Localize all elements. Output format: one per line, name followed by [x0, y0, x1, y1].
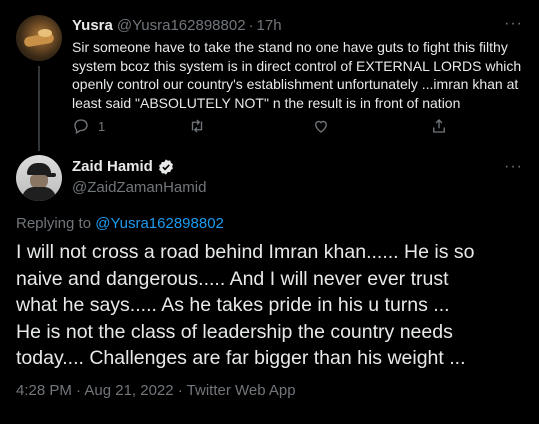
author-name[interactable]: Zaid Hamid [72, 157, 153, 177]
thread-line [38, 66, 40, 151]
avatar[interactable] [16, 155, 62, 201]
timestamp[interactable]: 17h [257, 17, 282, 34]
share-button[interactable] [430, 117, 448, 135]
author-handle[interactable]: @Yusra162898802 [117, 17, 246, 34]
reply-icon [74, 119, 88, 134]
reply-count: 1 [98, 118, 106, 134]
share-icon [433, 119, 445, 133]
main-tweet: Zaid Hamid @ZaidZamanHamid ··· Replying … [0, 143, 539, 424]
reply-button[interactable]: 1 [72, 117, 105, 135]
replying-to: Replying to @Yusra162898802 [16, 214, 224, 234]
author-name-row[interactable]: Zaid Hamid [72, 157, 175, 177]
reply-tweet[interactable]: Yusra @Yusra162898802 · 17h ··· Sir someone… [0, 0, 539, 151]
author-name[interactable]: Yusra [72, 17, 113, 34]
verified-badge-icon [158, 159, 173, 175]
avatar[interactable] [16, 15, 62, 61]
tweet-header: Yusra @Yusra162898802 · 17h [72, 16, 282, 36]
more-icon[interactable]: ··· [504, 16, 523, 32]
tweet-actions: 1 [72, 117, 532, 137]
retweet-button[interactable] [188, 117, 206, 135]
author-handle[interactable]: @ZaidZamanHamid [72, 178, 206, 198]
separator: · [248, 17, 254, 34]
replying-prefix: Replying to [16, 215, 96, 232]
tweet-meta[interactable]: 4:28 PM · Aug 21, 2022 · Twitter Web App [16, 381, 296, 401]
tweet-text: Sir someone have to take the stand no on… [72, 39, 522, 111]
retweet-icon [191, 119, 203, 133]
like-icon [315, 120, 327, 133]
tweet-text: I will not cross a road behind Imran kha… [16, 241, 475, 369]
more-icon[interactable]: ··· [504, 159, 523, 175]
like-button[interactable] [312, 117, 330, 135]
replying-handle-link[interactable]: @Yusra162898802 [95, 215, 224, 232]
